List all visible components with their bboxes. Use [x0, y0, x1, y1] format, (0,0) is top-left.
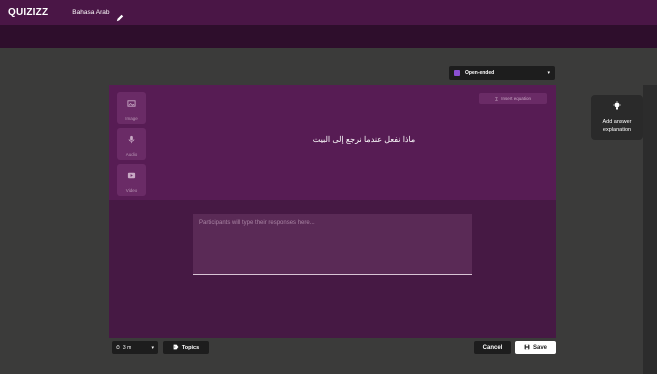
- answer-placeholder: Participants will type their responses h…: [199, 220, 315, 226]
- quiz-name[interactable]: Bahasa Arab: [72, 9, 109, 16]
- equation-icon: ∑: [495, 96, 499, 101]
- sub-header-bar: [0, 25, 657, 48]
- top-bar: QUIZIZZ Bahasa Arab: [0, 0, 657, 25]
- add-image-button[interactable]: Image: [117, 92, 146, 124]
- video-icon: [127, 167, 136, 185]
- topics-label: Topics: [181, 344, 200, 351]
- add-video-button[interactable]: Video: [117, 164, 146, 196]
- cancel-button[interactable]: Cancel: [474, 341, 511, 354]
- quizizz-logo[interactable]: QUIZIZZ: [8, 7, 48, 18]
- question-text-input[interactable]: ماذا نفعل عندما نرجع إلى البيت: [269, 135, 459, 144]
- open-ended-icon: [454, 70, 460, 76]
- question-type-dropdown[interactable]: Open-ended ▾: [449, 66, 555, 80]
- save-label: Save: [532, 344, 547, 351]
- footer-left-controls: ⏱ 3 m ▾ Topics: [112, 341, 209, 354]
- image-icon: [127, 95, 136, 113]
- timer-icon: ⏱: [116, 344, 120, 351]
- chevron-down-icon: ▾: [151, 344, 154, 351]
- topics-button[interactable]: Topics: [163, 341, 209, 354]
- image-label: Image: [125, 116, 138, 121]
- microphone-icon: [127, 131, 136, 149]
- add-answer-explanation-label: Add answer explanation: [602, 119, 632, 133]
- add-audio-button[interactable]: Audio: [117, 128, 146, 160]
- audio-label: Audio: [125, 152, 138, 157]
- answer-response-field: Participants will type their responses h…: [193, 214, 472, 275]
- time-limit-dropdown[interactable]: ⏱ 3 m ▾: [112, 341, 158, 354]
- question-area: Image Audio Video ∑ Insert equation ماذا…: [109, 85, 556, 200]
- chevron-down-icon: ▾: [547, 70, 550, 76]
- cancel-label: Cancel: [482, 344, 503, 351]
- question-type-label: Open-ended: [465, 70, 495, 76]
- answer-area: Participants will type their responses h…: [109, 200, 556, 338]
- insert-equation-button[interactable]: ∑ Insert equation: [479, 93, 547, 104]
- right-side-rail: [643, 85, 657, 374]
- time-limit-value: 3 m: [122, 344, 132, 351]
- save-icon: [524, 344, 530, 352]
- add-answer-explanation-button[interactable]: Add answer explanation: [591, 95, 643, 140]
- tag-icon: [173, 344, 179, 352]
- question-editor: Image Audio Video ∑ Insert equation ماذا…: [109, 85, 556, 338]
- save-button[interactable]: Save: [515, 341, 556, 354]
- insert-equation-label: Insert equation: [501, 96, 531, 101]
- lightbulb-icon: [612, 98, 622, 116]
- pencil-icon[interactable]: [116, 9, 124, 21]
- video-label: Video: [125, 188, 138, 193]
